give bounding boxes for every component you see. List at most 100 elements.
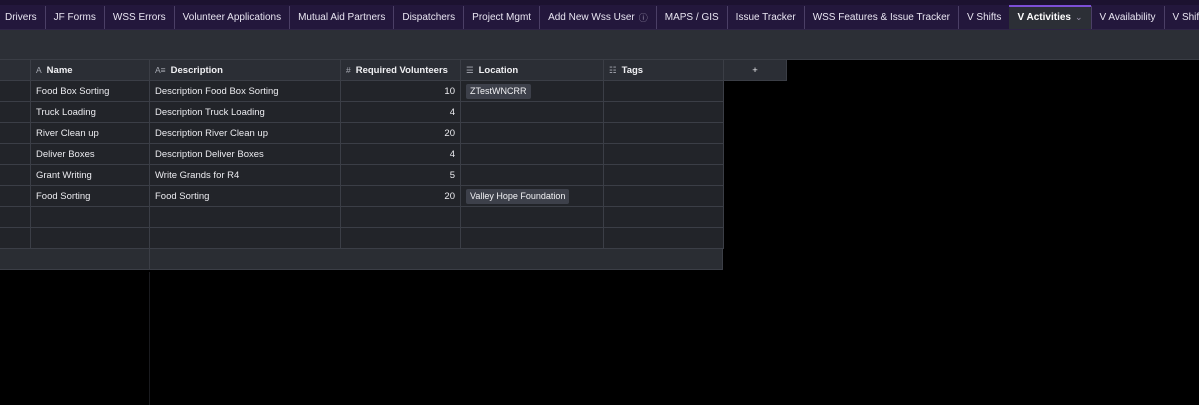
- tab-drivers[interactable]: Drivers: [0, 6, 45, 30]
- tags-cell[interactable]: [604, 207, 724, 228]
- table-row[interactable]: Deliver Boxes Description Deliver Boxes 4: [0, 144, 724, 165]
- name-cell[interactable]: River Clean up: [31, 123, 150, 144]
- row-number-cell[interactable]: [0, 207, 31, 228]
- column-header-name[interactable]: A Name: [31, 60, 150, 81]
- row-number-cell[interactable]: [0, 144, 31, 165]
- tab-maps-gis[interactable]: MAPS / GIS: [655, 5, 727, 29]
- required-volunteers-cell[interactable]: 5: [341, 165, 461, 186]
- column-header-description[interactable]: A≡ Description: [150, 60, 341, 81]
- tab-dispatchers[interactable]: Dispatchers: [393, 5, 463, 29]
- location-cell[interactable]: [461, 165, 604, 186]
- location-cell[interactable]: [461, 228, 604, 249]
- row-number-cell[interactable]: [0, 102, 31, 123]
- table-row[interactable]: River Clean up Description River Clean up…: [0, 123, 724, 144]
- required-volunteers-cell[interactable]: [341, 207, 461, 228]
- row-number-cell[interactable]: [0, 186, 31, 207]
- column-header-label: Tags: [621, 64, 644, 76]
- tab-label: Volunteer Applications: [182, 12, 282, 23]
- tab-v-activities[interactable]: V Activities ⌄: [1009, 4, 1091, 29]
- tab-add-new-wss-user[interactable]: Add New Wss User ⓘ: [539, 5, 656, 29]
- name-cell[interactable]: [31, 207, 150, 228]
- description-cell[interactable]: Food Sorting: [150, 186, 341, 207]
- description-cell[interactable]: Write Grands for R4: [150, 165, 341, 186]
- location-cell[interactable]: [461, 102, 604, 123]
- table-tab-bar: Drivers JF Forms WSS Errors Volunteer Appli…: [0, 0, 1199, 30]
- tab-volunteer-applications[interactable]: Volunteer Applications: [173, 5, 289, 29]
- table-row[interactable]: Grant Writing Write Grands for R4 5: [0, 165, 724, 186]
- location-cell[interactable]: [461, 144, 604, 165]
- column-header-required-volunteers[interactable]: # Required Volunteers: [341, 60, 461, 81]
- row-number-cell[interactable]: [0, 165, 31, 186]
- required-volunteers-cell[interactable]: 20: [341, 123, 461, 144]
- required-volunteers-cell[interactable]: 20: [341, 186, 461, 207]
- name-cell[interactable]: Grant Writing: [31, 165, 150, 186]
- tab-label: Issue Tracker: [735, 12, 796, 23]
- tags-cell[interactable]: [604, 186, 724, 207]
- header-row: A Name A≡ Description # Required Volunteers ☰ L…: [0, 60, 787, 81]
- tab-wss-errors[interactable]: WSS Errors: [103, 5, 174, 29]
- table-row[interactable]: Food Sorting Food Sorting 20 Valley Hope Fo…: [0, 186, 724, 207]
- description-cell[interactable]: Description Food Box Sorting: [150, 81, 341, 102]
- name-cell[interactable]: [31, 228, 150, 249]
- location-cell[interactable]: ZTestWNCRR: [461, 81, 604, 102]
- footer-summary-frozen[interactable]: [0, 249, 150, 270]
- footer-summary-scroll[interactable]: [150, 249, 723, 270]
- row-number-cell[interactable]: [0, 123, 31, 144]
- tab-v-shifts[interactable]: V Shifts: [957, 5, 1009, 29]
- column-header-location[interactable]: ☰ Location: [461, 60, 604, 81]
- name-cell[interactable]: Food Box Sorting: [31, 81, 150, 102]
- chevron-down-icon[interactable]: ⌄: [1075, 12, 1083, 23]
- name-cell[interactable]: Truck Loading: [31, 102, 150, 123]
- location-link-chip[interactable]: ZTestWNCRR: [466, 83, 531, 99]
- tags-cell[interactable]: [604, 81, 724, 102]
- tags-cell[interactable]: [604, 102, 724, 123]
- row-number-cell[interactable]: [0, 228, 31, 249]
- tab-label: Mutual Aid Partners: [298, 12, 386, 23]
- tags-cell[interactable]: [604, 165, 724, 186]
- tab-jf-forms[interactable]: JF Forms: [44, 5, 104, 29]
- location-cell[interactable]: [461, 123, 604, 144]
- tab-v-shift-assignment[interactable]: V Shift Assignment: [1163, 5, 1199, 29]
- table-row[interactable]: [0, 228, 724, 249]
- tab-label: V Shifts: [966, 12, 1002, 23]
- required-volunteers-cell[interactable]: 10: [341, 81, 461, 102]
- tab-wss-features-issue-tracker[interactable]: WSS Features & Issue Tracker: [803, 5, 958, 29]
- name-cell[interactable]: Food Sorting: [31, 186, 150, 207]
- row-number-header[interactable]: [0, 60, 31, 81]
- tab-label: Dispatchers: [402, 12, 456, 23]
- column-header-label: Location: [478, 64, 519, 76]
- column-header-label: Description: [170, 64, 223, 76]
- tab-label: Project Mgmt: [472, 12, 532, 23]
- tab-project-mgmt[interactable]: Project Mgmt: [463, 5, 539, 29]
- table-row[interactable]: [0, 207, 724, 228]
- table-row[interactable]: Truck Loading Description Truck Loading 4: [0, 102, 724, 123]
- location-cell[interactable]: Valley Hope Foundation: [461, 186, 604, 207]
- tab-label: V Activities: [1017, 12, 1071, 23]
- tags-cell[interactable]: [604, 123, 724, 144]
- description-cell[interactable]: Description Deliver Boxes: [150, 144, 341, 165]
- required-volunteers-cell[interactable]: 4: [341, 102, 461, 123]
- location-cell[interactable]: [461, 207, 604, 228]
- row-number-cell[interactable]: [0, 81, 31, 102]
- column-header-tags[interactable]: ☷ Tags: [604, 60, 724, 81]
- plus-icon: +: [752, 64, 758, 76]
- description-cell[interactable]: [150, 228, 341, 249]
- location-link-chip[interactable]: Valley Hope Foundation: [466, 188, 570, 204]
- frozen-column-divider: [149, 272, 150, 405]
- table-row[interactable]: Food Box Sorting Description Food Box Sor…: [0, 81, 724, 102]
- required-volunteers-cell[interactable]: 4: [341, 144, 461, 165]
- multi-select-field-icon: ☷: [609, 64, 617, 75]
- description-cell[interactable]: Description Truck Loading: [150, 102, 341, 123]
- tab-mutual-aid-partners[interactable]: Mutual Aid Partners: [289, 5, 393, 29]
- tags-cell[interactable]: [604, 144, 724, 165]
- tab-v-availability[interactable]: V Availability: [1090, 5, 1164, 29]
- add-column-button[interactable]: +: [724, 60, 787, 81]
- description-cell[interactable]: [150, 207, 341, 228]
- description-cell[interactable]: Description River Clean up: [150, 123, 341, 144]
- tab-label: V Shift Assignment: [1172, 12, 1199, 23]
- column-header-label: Required Volunteers: [355, 64, 448, 76]
- tags-cell[interactable]: [604, 228, 724, 249]
- name-cell[interactable]: Deliver Boxes: [31, 144, 150, 165]
- required-volunteers-cell[interactable]: [341, 228, 461, 249]
- tab-issue-tracker[interactable]: Issue Tracker: [726, 5, 804, 29]
